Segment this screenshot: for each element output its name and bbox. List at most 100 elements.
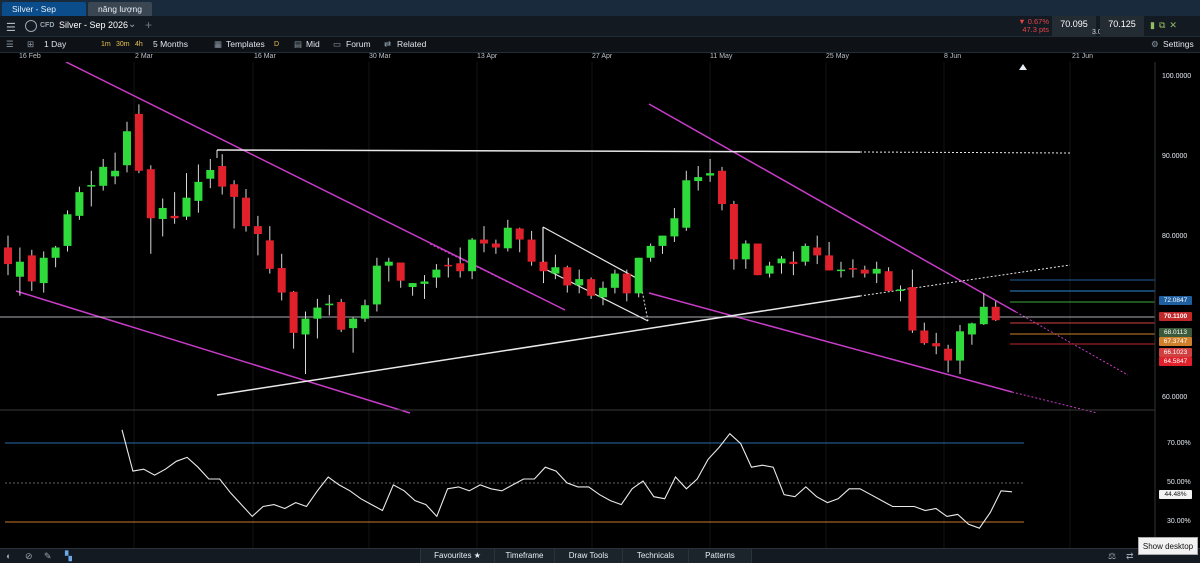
gear-icon[interactable]: ⚙: [1151, 39, 1159, 50]
candle-up: [468, 239, 477, 272]
buy-price-button[interactable]: 70.125: [1100, 16, 1144, 37]
candle-up: [87, 185, 96, 187]
star-icon: ★: [473, 551, 481, 560]
current-price-tag: 70.1100: [1159, 312, 1192, 321]
show-desktop-tooltip[interactable]: Show desktop: [1138, 537, 1198, 555]
candle-up: [872, 268, 881, 274]
candle-up: [206, 170, 215, 179]
candle-down: [718, 170, 726, 204]
price-axis-label: 60.0000: [1162, 394, 1188, 401]
candle-down: [170, 215, 179, 219]
candle-up: [956, 331, 964, 361]
timeframe-30m[interactable]: 30m: [116, 41, 130, 48]
candle-down: [884, 271, 893, 291]
product-type-label: CFD: [40, 22, 55, 29]
candle-up: [420, 281, 429, 284]
rsi-axis-label: 70.00%: [1167, 440, 1191, 447]
close-icon[interactable]: ⌄: [128, 19, 136, 30]
tab-silver[interactable]: Silver - Sep 2026: [2, 2, 86, 28]
sell-price-button[interactable]: 70.095: [1052, 16, 1096, 37]
candle-up: [194, 181, 203, 201]
candle-up: [670, 218, 679, 237]
toggle-icon[interactable]: ⇄: [1126, 551, 1134, 562]
tab-energy[interactable]: năng lượng: [88, 2, 152, 16]
rsi-series: [121, 429, 1013, 529]
candle-up: [75, 192, 84, 216]
candle-down: [527, 239, 536, 262]
price-chart[interactable]: [0, 62, 1200, 548]
hamburger-icon[interactable]: ☰: [6, 21, 16, 34]
templates-button[interactable]: Templates: [226, 39, 265, 49]
timeframe-4h[interactable]: 4h: [135, 41, 143, 48]
window-controls-icon[interactable]: ▮⧉✕: [1150, 20, 1181, 31]
scale-icon[interactable]: ⚖: [1108, 551, 1116, 562]
interval-select[interactable]: 1 Day: [44, 39, 66, 49]
candle-down: [230, 184, 239, 197]
candle-down: [848, 268, 857, 270]
rsi-value-tag: 44.48%: [1159, 490, 1192, 499]
patterns-button[interactable]: Patterns: [688, 549, 752, 563]
forum-icon[interactable]: ▭: [333, 39, 341, 50]
candle-up: [706, 173, 715, 176]
date-label: 30 Mar: [369, 53, 391, 60]
candle-down: [860, 269, 869, 274]
mid-icon[interactable]: ▤: [294, 39, 302, 50]
candle-down: [932, 343, 941, 347]
date-label: 2 Mar: [135, 53, 153, 60]
date-label: 8 Jun: [944, 53, 962, 60]
favourites-label: Favourites: [434, 551, 472, 560]
menu-icon[interactable]: ☰: [6, 39, 14, 50]
date-label: 16 Mar: [254, 53, 276, 60]
shapes-icon[interactable]: ▚: [65, 551, 72, 562]
candle-down: [944, 348, 953, 361]
candle-down: [491, 243, 500, 248]
date-label: 27 Apr: [592, 53, 613, 60]
ban-icon[interactable]: ⊘: [25, 551, 33, 562]
play-icon[interactable]: ◐: [6, 551, 11, 561]
d-button[interactable]: D: [274, 41, 279, 48]
candle-up: [432, 269, 441, 278]
candle-up: [99, 166, 108, 186]
candle-up: [182, 197, 191, 217]
range-select[interactable]: 5 Months: [153, 39, 188, 49]
templates-icon[interactable]: ▦: [214, 39, 222, 50]
candle-down: [753, 243, 762, 276]
pencil-icon[interactable]: ✎: [44, 551, 52, 562]
candle-down: [813, 247, 822, 256]
candle-up: [658, 235, 667, 246]
candle-down: [991, 306, 1000, 321]
candle-down: [622, 273, 631, 294]
timeframe-button[interactable]: Timeframe: [494, 549, 554, 563]
related-icon[interactable]: ⇄: [384, 39, 391, 50]
trendlines: [0, 62, 1155, 414]
draw-tools-button[interactable]: Draw Tools: [554, 549, 622, 563]
candle-up: [384, 261, 393, 266]
candle-up: [123, 131, 131, 166]
candle-up: [801, 245, 810, 262]
add-chart-icon[interactable]: +: [145, 18, 152, 32]
technicals-button[interactable]: Technicals: [622, 549, 688, 563]
settings-button[interactable]: Settings: [1163, 39, 1194, 49]
timeframe-1m[interactable]: 1m: [101, 41, 111, 48]
price-change: ▼ 0.67% 47.3 pts: [1003, 18, 1049, 34]
date-axis: 16 Feb 2 Mar 16 Mar 30 Mar 13 Apr 27 Apr…: [0, 53, 1200, 62]
layout-icon[interactable]: ⊞: [27, 39, 34, 50]
candle-up: [610, 273, 619, 288]
price-tag-t4: 64.5847: [1159, 357, 1192, 366]
favourites-button[interactable]: Favourites ★: [420, 549, 494, 563]
related-button[interactable]: Related: [397, 39, 426, 49]
candle-down: [289, 291, 298, 333]
date-label: 13 Apr: [477, 53, 498, 60]
mid-button[interactable]: Mid: [306, 39, 320, 49]
forum-button[interactable]: Forum: [346, 39, 371, 49]
candle-up: [599, 287, 607, 298]
rsi-axis-label: 50.00%: [1167, 479, 1191, 486]
candle-up: [967, 323, 976, 335]
candle-down: [587, 279, 596, 296]
price-tag-t1: 68.0113: [1159, 328, 1192, 337]
candle-up: [361, 305, 369, 319]
candle-up: [51, 247, 60, 258]
bottom-toolbar: ◐ ⊘ ✎ ▚ Favourites ★ Timeframe Draw Tool…: [0, 548, 1200, 563]
scroll-marker-icon[interactable]: [1019, 64, 1027, 70]
candle-up: [15, 261, 24, 277]
